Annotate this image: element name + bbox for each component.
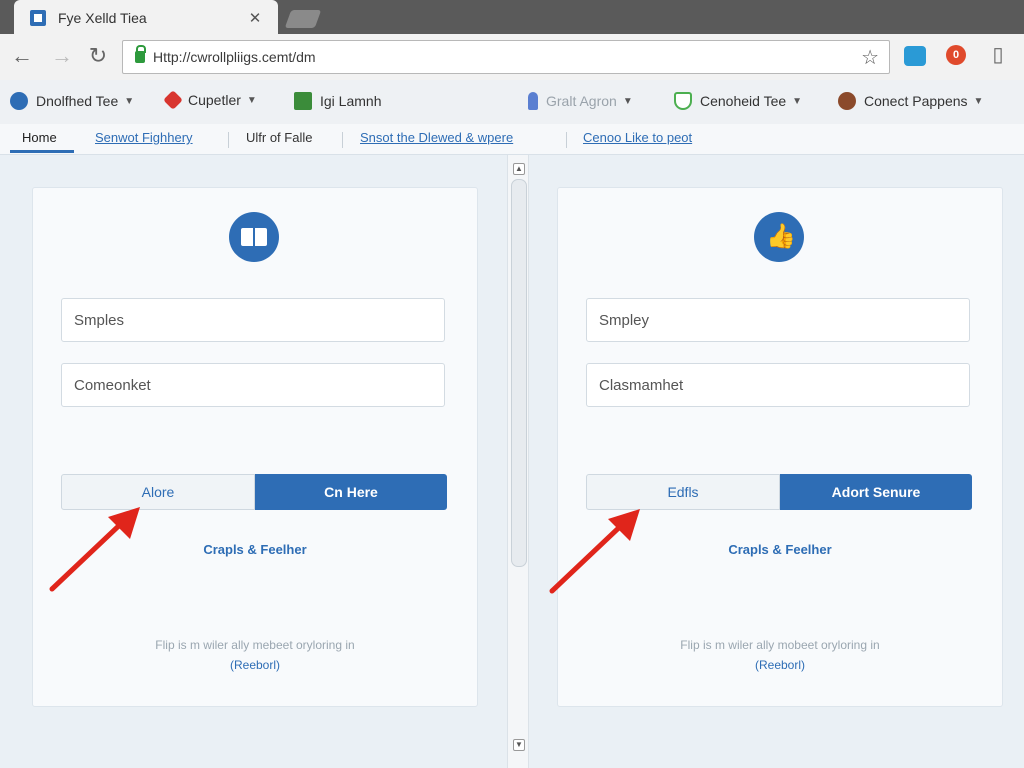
red-arrow-icon <box>49 507 140 592</box>
bookmark-label: Dnolfhed Tee <box>36 93 119 109</box>
tab-title: Fye Xelld Tiea <box>58 10 147 26</box>
chevron-down-icon: ▼ <box>973 95 984 107</box>
scrollbar[interactable]: ▲ ▼ <box>507 155 529 768</box>
bookmark-item[interactable]: Cupetler ▼ <box>163 90 257 110</box>
thumbs-up-icon: 👍 <box>754 212 804 262</box>
nav-link-home[interactable]: Home <box>22 130 57 145</box>
red-arrow-icon <box>549 509 640 594</box>
bookmark-icon <box>10 92 28 110</box>
reload-icon[interactable]: ↻ <box>84 42 112 70</box>
tab-strip: Fye Xelld Tiea ✕ <box>0 0 1024 36</box>
url-text[interactable]: Http://cwrollpliigs.cemt/dm <box>153 49 861 65</box>
scrollbar-thumb[interactable] <box>511 179 527 567</box>
bookmark-label: Igi Lamnh <box>320 93 382 109</box>
divider <box>228 132 229 148</box>
nav-link[interactable]: Senwot Fighhery <box>95 130 193 145</box>
bookmark-label: Conect Pappens <box>864 93 968 109</box>
bookmark-icon <box>294 92 312 110</box>
sub-navigation: Home Senwot Fighhery Ulfr of Falle Snsot… <box>0 124 1024 155</box>
lock-icon <box>135 45 146 63</box>
text-field[interactable]: Comeonket <box>61 363 445 407</box>
chevron-down-icon: ▼ <box>246 94 257 106</box>
address-bar[interactable]: Http://cwrollpliigs.cemt/dm ☆ <box>122 40 890 74</box>
forward-arrow-icon[interactable]: → <box>48 42 76 70</box>
menu-icon[interactable]: ▯ <box>990 44 1006 66</box>
chevron-down-icon: ▼ <box>622 95 633 107</box>
footer-text: Flip is m wiler ally mebeet oryloring in <box>155 638 355 652</box>
new-tab-button[interactable] <box>284 10 322 28</box>
extension-badge-icon[interactable]: 0 <box>946 45 966 65</box>
primary-button[interactable]: Cn Here <box>255 474 447 510</box>
bookmark-item[interactable]: Cenoheid Tee ▼ <box>674 92 802 110</box>
extension-icon[interactable] <box>904 46 926 66</box>
nav-link[interactable]: Snsot the Dlewed & wpere <box>360 130 513 145</box>
footer-text: Flip is m wiler ally mobeet oryloring in <box>680 638 880 652</box>
text-field[interactable]: Clasmamhet <box>586 363 970 407</box>
main-content: Smples Comeonket Alore Cn Here Crapls & … <box>0 155 1024 768</box>
primary-button[interactable]: Adort Senure <box>780 474 972 510</box>
scroll-down-icon[interactable]: ▼ <box>513 739 525 751</box>
shield-icon <box>674 92 692 110</box>
favicon-icon <box>30 10 46 26</box>
bookmark-label: Cenoheid Tee <box>700 93 787 109</box>
form-panel-left: Smples Comeonket Alore Cn Here Crapls & … <box>32 187 478 707</box>
bookmark-icon <box>528 92 538 110</box>
chevron-down-icon: ▼ <box>792 95 803 107</box>
star-icon[interactable]: ☆ <box>861 45 879 70</box>
bookmark-item[interactable]: Igi Lamnh <box>294 92 381 110</box>
text-field[interactable]: Smpley <box>586 298 970 342</box>
bookmark-item[interactable]: Gralt Agron ▼ <box>528 92 633 110</box>
divider <box>566 132 567 148</box>
navigation-bar: ← → ↻ Http://cwrollpliigs.cemt/dm ☆ 0 ▯ <box>0 34 1024 80</box>
nav-link[interactable]: Cenoo Like to peot <box>583 130 692 145</box>
bookmark-label: Cupetler <box>188 92 241 108</box>
chevron-down-icon: ▼ <box>124 95 135 107</box>
bookmark-icon <box>838 92 856 110</box>
bookmarks-bar: Dnolfhed Tee ▼ Cupetler ▼ Igi Lamnh Gral… <box>0 80 1024 125</box>
footer-link[interactable]: (Reeborl) <box>558 658 1002 672</box>
back-arrow-icon[interactable]: ← <box>8 42 36 70</box>
form-panel-right: 👍 Smpley Clasmamhet Edfls Adort Senure C… <box>557 187 1003 707</box>
nav-link[interactable]: Ulfr of Falle <box>246 130 312 145</box>
text-field[interactable]: Smples <box>61 298 445 342</box>
footer-link[interactable]: (Reeborl) <box>33 658 477 672</box>
browser-tab[interactable]: Fye Xelld Tiea ✕ <box>14 0 278 36</box>
bookmark-item[interactable]: Conect Pappens ▼ <box>838 92 983 110</box>
book-icon <box>229 212 279 262</box>
active-tab-indicator <box>10 150 74 153</box>
divider <box>342 132 343 148</box>
scroll-up-icon[interactable]: ▲ <box>513 163 525 175</box>
close-icon[interactable]: ✕ <box>246 9 264 27</box>
bookmark-icon <box>163 90 183 110</box>
bookmark-item[interactable]: Dnolfhed Tee ▼ <box>10 92 134 110</box>
bookmark-label: Gralt Agron <box>546 93 617 109</box>
